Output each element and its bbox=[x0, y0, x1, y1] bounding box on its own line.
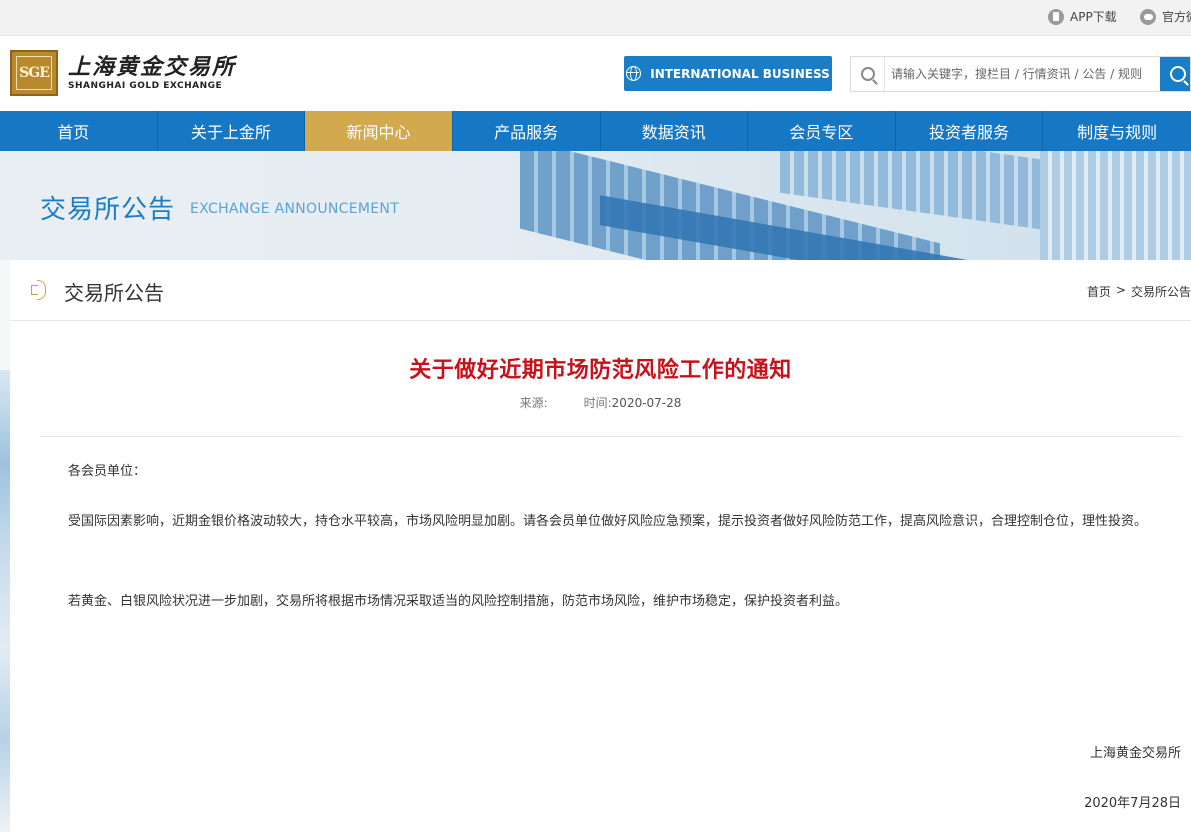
divider bbox=[40, 436, 1180, 437]
breadcrumb-current[interactable]: 交易所公告 bbox=[1131, 283, 1191, 300]
breadcrumb: 首页 > 交易所公告 bbox=[1087, 283, 1191, 300]
content-panel: 交易所公告 首页 > 交易所公告 关于做好近期市场防范风险工作的通知 来源: 时间… bbox=[10, 260, 1191, 832]
international-business-button[interactable]: INTERNATIONAL BUSINESS bbox=[624, 56, 832, 91]
sge-logo-icon: SGE bbox=[10, 50, 58, 96]
globe-icon bbox=[626, 66, 642, 81]
source-label: 来源: bbox=[519, 396, 548, 410]
logo-mark-text: SGE bbox=[16, 56, 52, 90]
panel-header: 交易所公告 首页 > 交易所公告 bbox=[10, 260, 1191, 321]
article-title: 关于做好近期市场防范风险工作的通知 bbox=[409, 358, 792, 383]
banner-title: 交易所公告 bbox=[40, 195, 176, 225]
logo-english-name: SHANGHAI GOLD EXCHANGE bbox=[68, 81, 223, 91]
nav-item-about[interactable]: 关于上金所 bbox=[158, 111, 306, 151]
international-business-label: INTERNATIONAL BUSINESS bbox=[650, 66, 830, 81]
nav-item-investor-services[interactable]: 投资者服务 bbox=[896, 111, 1044, 151]
site-logo[interactable]: SGE 上海黄金交易所 SHANGHAI GOLD EXCHANGE bbox=[10, 50, 236, 96]
official-wechat-link[interactable]: 官方微 bbox=[1140, 8, 1191, 25]
breadcrumb-separator: > bbox=[1115, 283, 1126, 297]
nav-item-home[interactable]: 首页 bbox=[0, 111, 158, 151]
breadcrumb-home-link[interactable]: 首页 bbox=[1087, 283, 1111, 300]
search-submit-icon bbox=[1170, 66, 1186, 82]
article-meta: 来源: 时间:2020-07-28 bbox=[10, 394, 1191, 411]
official-wechat-label: 官方微 bbox=[1162, 10, 1191, 24]
nav-item-members[interactable]: 会员专区 bbox=[748, 111, 896, 151]
logo-chinese-name: 上海黄金交易所 bbox=[68, 54, 237, 80]
search-box bbox=[850, 56, 1191, 92]
nav-item-rules[interactable]: 制度与规则 bbox=[1043, 111, 1191, 151]
search-icon bbox=[851, 57, 885, 91]
mobile-phone-icon bbox=[1048, 8, 1064, 25]
article-salutation: 各会员单位： bbox=[68, 464, 147, 479]
banner-subtitle: EXCHANGE ANNOUNCEMENT bbox=[190, 201, 400, 217]
banner-building-graphic bbox=[1040, 151, 1191, 260]
top-utility-bar: APP下载 官方微 bbox=[0, 0, 1191, 36]
app-download-label: APP下载 bbox=[1070, 10, 1117, 24]
search-button[interactable] bbox=[1160, 57, 1190, 91]
wechat-icon bbox=[1140, 8, 1156, 25]
nav-item-products[interactable]: 产品服务 bbox=[453, 111, 601, 151]
article-sign-date: 2020年7月28日 bbox=[1084, 796, 1181, 811]
nav-item-data[interactable]: 数据资讯 bbox=[601, 111, 749, 151]
side-decoration bbox=[0, 370, 10, 832]
article-date: 2020-07-28 bbox=[611, 396, 682, 410]
main-nav: 首页 关于上金所 新闻中心 产品服务 数据资讯 会员专区 投资者服务 制度与规则 bbox=[0, 111, 1191, 151]
time-label: 时间: bbox=[583, 396, 612, 410]
search-input[interactable] bbox=[885, 58, 1160, 90]
app-download-link[interactable]: APP下载 bbox=[1048, 8, 1117, 25]
article-signature: 上海黄金交易所 bbox=[1089, 746, 1181, 761]
nav-item-news-center[interactable]: 新闻中心 bbox=[305, 111, 453, 151]
logo-text: 上海黄金交易所 SHANGHAI GOLD EXCHANGE bbox=[68, 54, 236, 92]
speaker-icon bbox=[31, 279, 51, 300]
article-paragraph: 受国际因素影响，近期金银价格波动较大，持仓水平较高，市场风险明显加剧。请各会员单… bbox=[68, 514, 1148, 529]
site-header: SGE 上海黄金交易所 SHANGHAI GOLD EXCHANGE INTER… bbox=[0, 36, 1191, 111]
page-banner: 交易所公告 EXCHANGE ANNOUNCEMENT bbox=[0, 151, 1191, 260]
article-paragraph: 若黄金、白银风险状况进一步加剧，交易所将根据市场情况采取适当的风险控制措施，防范… bbox=[68, 594, 849, 609]
panel-title: 交易所公告 bbox=[64, 281, 164, 305]
